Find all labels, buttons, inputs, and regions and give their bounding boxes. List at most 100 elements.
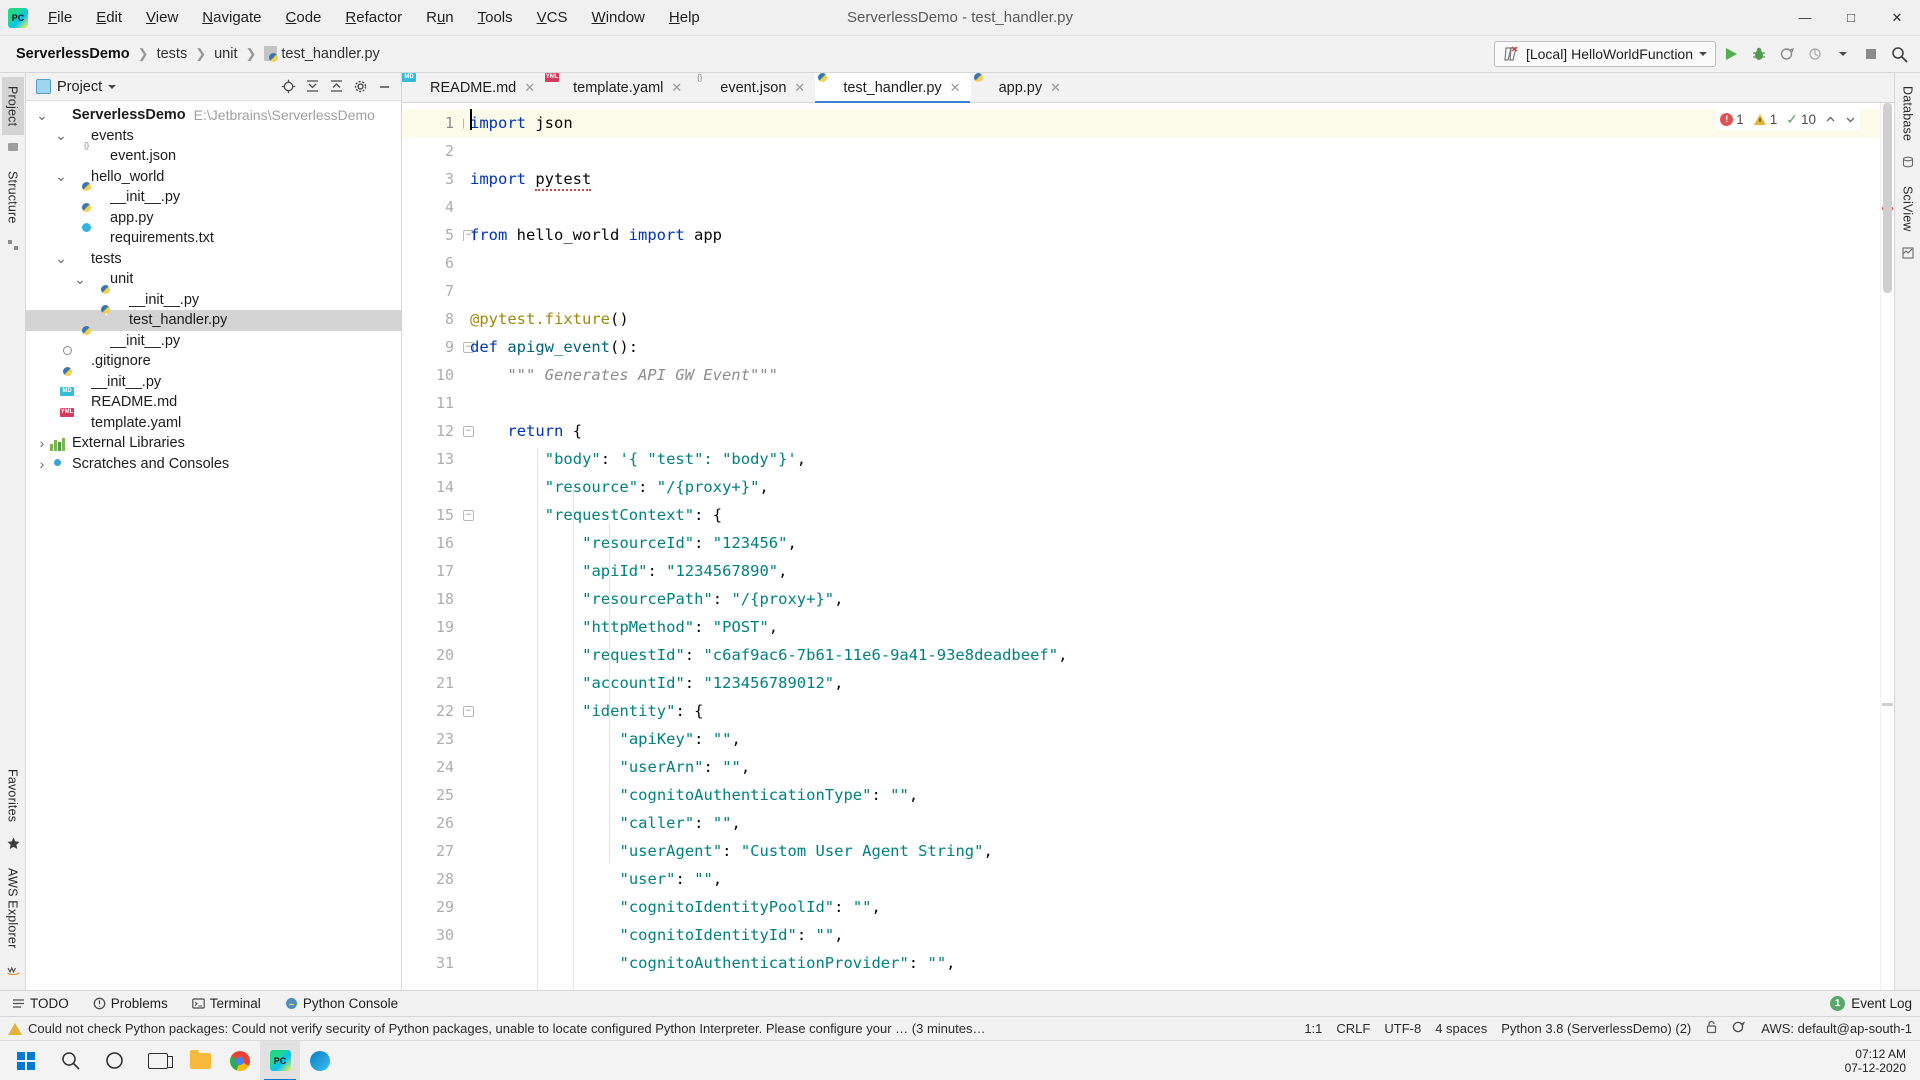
menu-tools[interactable]: Tools: [466, 5, 525, 30]
line-separator[interactable]: CRLF: [1336, 1021, 1370, 1036]
code-line[interactable]: [464, 249, 1880, 277]
line-number[interactable]: 18: [402, 585, 464, 613]
close-icon[interactable]: ✕: [1050, 80, 1061, 96]
breadcrumb-item-project[interactable]: ServerlessDemo: [12, 44, 134, 64]
line-number[interactable]: 21: [402, 669, 464, 697]
maximize-button[interactable]: □: [1828, 0, 1874, 36]
code-line[interactable]: "cognitoAuthenticationType": "",: [464, 781, 1880, 809]
chevron-right-icon[interactable]: ›: [34, 435, 50, 451]
menu-view[interactable]: View: [134, 5, 190, 30]
tree-item-event-json[interactable]: {}event.json: [26, 146, 401, 167]
code-line[interactable]: "apiKey": "",: [464, 725, 1880, 753]
line-number[interactable]: 22−: [402, 697, 464, 725]
close-icon[interactable]: ✕: [671, 80, 682, 96]
code-content[interactable]: import json import pytest from hello_wor…: [464, 103, 1880, 990]
code-line[interactable]: import json: [464, 109, 1880, 137]
gear-icon[interactable]: [349, 76, 371, 98]
code-line[interactable]: "requestId": "c6af9ac6-7b61-11e6-9a41-93…: [464, 641, 1880, 669]
lock-icon[interactable]: [1705, 1020, 1718, 1037]
tree-item-readme-md[interactable]: MDREADME.md: [26, 392, 401, 413]
tree-item-scratches-and-consoles[interactable]: ›Scratches and Consoles: [26, 454, 401, 475]
code-line[interactable]: "caller": "",: [464, 809, 1880, 837]
tree-item-requirements-txt[interactable]: requirements.txt: [26, 228, 401, 249]
select-opened-file-button[interactable]: [277, 76, 299, 98]
menu-help[interactable]: Help: [657, 5, 712, 30]
code-line[interactable]: "identity": {: [464, 697, 1880, 725]
line-number[interactable]: 17: [402, 557, 464, 585]
minimize-button[interactable]: —: [1782, 0, 1828, 36]
scrollbar-warning-mark[interactable]: [1882, 703, 1893, 706]
inspection-typos[interactable]: ✓ 10: [1786, 111, 1816, 128]
line-number[interactable]: 10: [402, 361, 464, 389]
line-number[interactable]: 24: [402, 753, 464, 781]
inspection-widget[interactable]: ! 1 1 ✓ 10: [1716, 109, 1860, 130]
line-number[interactable]: 14: [402, 473, 464, 501]
chevron-down-icon[interactable]: ⌄: [53, 250, 69, 267]
code-line[interactable]: "user": "",: [464, 865, 1880, 893]
code-line[interactable]: "cognitoIdentityId": "",: [464, 921, 1880, 949]
chevron-right-icon[interactable]: ›: [34, 456, 50, 472]
code-line[interactable]: import pytest: [464, 165, 1880, 193]
code-line[interactable]: [464, 193, 1880, 221]
taskbar-app-microsoft-edge[interactable]: [300, 1041, 340, 1080]
code-line[interactable]: "body": '{ "test": "body"}',: [464, 445, 1880, 473]
line-number[interactable]: 26: [402, 809, 464, 837]
line-number[interactable]: 30: [402, 921, 464, 949]
inspection-errors[interactable]: ! 1: [1720, 112, 1744, 127]
taskbar-app-pycharm[interactable]: PC: [260, 1041, 300, 1080]
code-line[interactable]: [464, 277, 1880, 305]
tree-item-template-yaml[interactable]: YMLtemplate.yaml: [26, 413, 401, 434]
editor-tab-readme-md[interactable]: MDREADME.md✕: [402, 73, 545, 102]
menu-refactor[interactable]: Refactor: [333, 5, 414, 30]
rail-button-aws-explorer[interactable]: AWS Explorer: [2, 859, 24, 957]
code-line[interactable]: @pytest.fixture(): [464, 305, 1880, 333]
rail-button-project[interactable]: Project: [2, 77, 24, 135]
line-number[interactable]: 6: [402, 249, 464, 277]
code-line[interactable]: "cognitoIdentityPoolId": "",: [464, 893, 1880, 921]
taskbar-clock[interactable]: 07:12 AM 07-12-2020: [1845, 1047, 1916, 1075]
line-number[interactable]: 12−: [402, 417, 464, 445]
code-line[interactable]: "requestContext": {: [464, 501, 1880, 529]
rail-button-favorites[interactable]: Favorites: [2, 760, 24, 831]
rail-button-database[interactable]: Database: [1897, 77, 1919, 150]
line-number[interactable]: 2: [402, 137, 464, 165]
aws-connection-status[interactable]: AWS: default@ap-south-1: [1761, 1021, 1912, 1036]
menu-window[interactable]: Window: [580, 5, 657, 30]
python-interpreter[interactable]: Python 3.8 (ServerlessDemo) (2): [1501, 1021, 1691, 1036]
line-number[interactable]: 16: [402, 529, 464, 557]
code-line[interactable]: """ Generates API GW Event""": [464, 361, 1880, 389]
menu-edit[interactable]: Edit: [84, 5, 134, 30]
chevron-down-icon[interactable]: [108, 85, 116, 89]
caret-position[interactable]: 1:1: [1304, 1021, 1322, 1036]
line-number[interactable]: 3: [402, 165, 464, 193]
line-number[interactable]: 1−: [402, 109, 464, 137]
line-number[interactable]: 29: [402, 893, 464, 921]
stop-button[interactable]: [1858, 41, 1884, 67]
run-with-coverage-button[interactable]: [1774, 41, 1800, 67]
rail-button-sciview[interactable]: SciView: [1897, 177, 1919, 241]
editor-tab-event-json[interactable]: {}event.json✕: [692, 73, 815, 102]
event-log-button[interactable]: 1 Event Log: [1830, 996, 1912, 1011]
line-number[interactable]: 28: [402, 865, 464, 893]
close-icon[interactable]: ✕: [524, 80, 535, 96]
tree-item-tests[interactable]: ⌄tests: [26, 249, 401, 270]
debug-button[interactable]: [1746, 41, 1772, 67]
tree-item-init-py[interactable]: __init__.py: [26, 290, 401, 311]
chevron-down-icon[interactable]: ⌄: [72, 271, 88, 288]
tree-item-init-py[interactable]: __init__.py: [26, 372, 401, 393]
chevron-down-icon[interactable]: ⌄: [34, 107, 50, 124]
run-configuration-selector[interactable]: [Local] HelloWorldFunction: [1494, 41, 1716, 67]
code-line[interactable]: from hello_world import app: [464, 221, 1880, 249]
code-line[interactable]: "accountId": "123456789012",: [464, 669, 1880, 697]
tool-window-todo[interactable]: TODO: [8, 994, 73, 1013]
tree-item-unit[interactable]: ⌄unit: [26, 269, 401, 290]
chevron-down-icon[interactable]: [1699, 52, 1707, 56]
code-line[interactable]: def apigw_event():: [464, 333, 1880, 361]
file-encoding[interactable]: UTF-8: [1384, 1021, 1421, 1036]
editor-tab-template-yaml[interactable]: YMLtemplate.yaml✕: [545, 73, 692, 102]
tool-window-terminal[interactable]: Terminal: [188, 994, 265, 1013]
menu-code[interactable]: Code: [274, 5, 334, 30]
chevron-down-icon[interactable]: ⌄: [53, 168, 69, 185]
line-number[interactable]: 11: [402, 389, 464, 417]
line-number[interactable]: 15−: [402, 501, 464, 529]
